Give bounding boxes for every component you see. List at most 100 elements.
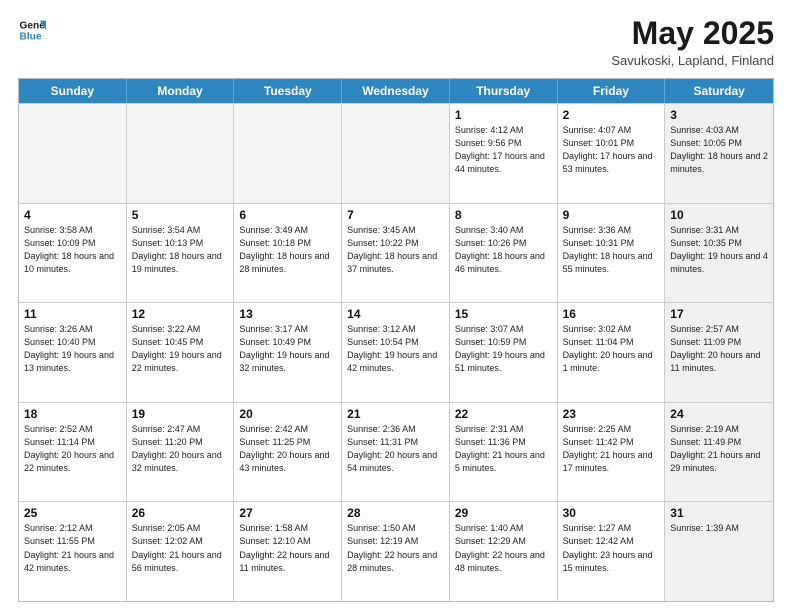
cal-cell-24: 24Sunrise: 2:19 AM Sunset: 11:49 PM Dayl… — [665, 403, 773, 502]
main-title: May 2025 — [611, 16, 774, 51]
cal-cell-4: 4 Sunrise: 3:58 AM Sunset: 10:09 PM Dayli… — [19, 204, 127, 303]
cal-cell-3: 3 Sunrise: 4:03 AM Sunset: 10:05 PM Dayli… — [665, 104, 773, 203]
header-cell-friday: Friday — [558, 79, 666, 103]
cal-cell-20: 20 Sunrise: 2:42 AM Sunset: 11:25 PM Dayl… — [234, 403, 342, 502]
day-number: 5 — [132, 208, 229, 222]
day-number: 11 — [24, 307, 121, 321]
cal-cell-14: 14 Sunrise: 3:12 AM Sunset: 10:54 PM Dayl… — [342, 303, 450, 402]
svg-text:Blue: Blue — [20, 31, 42, 42]
logo: General Blue — [18, 16, 46, 44]
day-info: Sunrise: 4:03 AM Sunset: 10:05 PM Daylig… — [670, 124, 768, 176]
day-number: 12 — [132, 307, 229, 321]
day-number: 7 — [347, 208, 444, 222]
title-block: May 2025 Savukoski, Lapland, Finland — [611, 16, 774, 68]
page: General Blue May 2025 Savukoski, Lapland… — [0, 0, 792, 612]
cal-cell-9: 9 Sunrise: 3:36 AM Sunset: 10:31 PM Dayli… — [558, 204, 666, 303]
day-number: 4 — [24, 208, 121, 222]
day-info: Sunrise: 4:07 AM Sunset: 10:01 PM Daylig… — [563, 124, 660, 176]
cal-cell-empty-2 — [234, 104, 342, 203]
day-info: Sunrise: 3:07 AM Sunset: 10:59 PM Daylig… — [455, 323, 552, 375]
calendar-row-4: 25Sunrise: 2:12 AM Sunset: 11:55 PM Dayl… — [19, 501, 773, 601]
day-number: 9 — [563, 208, 660, 222]
cal-cell-22: 22Sunrise: 2:31 AM Sunset: 11:36 PM Dayl… — [450, 403, 558, 502]
cal-cell-17: 17Sunrise: 2:57 AM Sunset: 11:09 PM Dayl… — [665, 303, 773, 402]
day-info: Sunrise: 3:45 AM Sunset: 10:22 PM Daylig… — [347, 224, 444, 276]
cal-cell-18: 18 Sunrise: 2:52 AM Sunset: 11:14 PM Dayl… — [19, 403, 127, 502]
cal-cell-13: 13 Sunrise: 3:17 AM Sunset: 10:49 PM Dayl… — [234, 303, 342, 402]
day-number: 10 — [670, 208, 768, 222]
day-info: Sunrise: 2:52 AM Sunset: 11:14 PM Daylig… — [24, 423, 121, 475]
day-info: Sunrise: 3:49 AM Sunset: 10:18 PM Daylig… — [239, 224, 336, 276]
day-number: 3 — [670, 108, 768, 122]
day-info: Sunrise: 4:12 AM Sunset: 9:56 PM Dayligh… — [455, 124, 552, 176]
day-number: 21 — [347, 407, 444, 421]
day-number: 18 — [24, 407, 121, 421]
calendar-row-1: 4 Sunrise: 3:58 AM Sunset: 10:09 PM Dayli… — [19, 203, 773, 303]
calendar-row-3: 18 Sunrise: 2:52 AM Sunset: 11:14 PM Dayl… — [19, 402, 773, 502]
header-cell-thursday: Thursday — [450, 79, 558, 103]
day-info: Sunrise: 1:50 AM Sunset: 12:19 AM Daylig… — [347, 522, 444, 574]
cal-cell-27: 27 Sunrise: 1:58 AM Sunset: 12:10 AM Dayl… — [234, 502, 342, 601]
day-info: Sunrise: 2:57 AM Sunset: 11:09 PM Daylig… — [670, 323, 768, 375]
cal-cell-5: 5 Sunrise: 3:54 AM Sunset: 10:13 PM Dayli… — [127, 204, 235, 303]
cal-cell-21: 21 Sunrise: 2:36 AM Sunset: 11:31 PM Dayl… — [342, 403, 450, 502]
cal-cell-16: 16Sunrise: 3:02 AM Sunset: 11:04 PM Dayl… — [558, 303, 666, 402]
cal-cell-2: 2 Sunrise: 4:07 AM Sunset: 10:01 PM Dayli… — [558, 104, 666, 203]
header-cell-monday: Monday — [127, 79, 235, 103]
cal-cell-1: 1 Sunrise: 4:12 AM Sunset: 9:56 PM Daylig… — [450, 104, 558, 203]
day-info: Sunrise: 1:39 AM — [670, 522, 768, 535]
day-info: Sunrise: 3:36 AM Sunset: 10:31 PM Daylig… — [563, 224, 660, 276]
cal-cell-12: 12 Sunrise: 3:22 AM Sunset: 10:45 PM Dayl… — [127, 303, 235, 402]
calendar-row-0: 1 Sunrise: 4:12 AM Sunset: 9:56 PM Daylig… — [19, 103, 773, 203]
day-info: Sunrise: 2:42 AM Sunset: 11:25 PM Daylig… — [239, 423, 336, 475]
logo-icon: General Blue — [18, 16, 46, 44]
day-info: Sunrise: 3:54 AM Sunset: 10:13 PM Daylig… — [132, 224, 229, 276]
day-number: 29 — [455, 506, 552, 520]
cal-cell-29: 29Sunrise: 1:40 AM Sunset: 12:29 AM Dayl… — [450, 502, 558, 601]
day-number: 27 — [239, 506, 336, 520]
day-number: 2 — [563, 108, 660, 122]
cal-cell-11: 11Sunrise: 3:26 AM Sunset: 10:40 PM Dayl… — [19, 303, 127, 402]
cal-cell-empty-1 — [127, 104, 235, 203]
day-info: Sunrise: 3:58 AM Sunset: 10:09 PM Daylig… — [24, 224, 121, 276]
cal-cell-15: 15 Sunrise: 3:07 AM Sunset: 10:59 PM Dayl… — [450, 303, 558, 402]
cal-cell-28: 28 Sunrise: 1:50 AM Sunset: 12:19 AM Dayl… — [342, 502, 450, 601]
day-info: Sunrise: 3:17 AM Sunset: 10:49 PM Daylig… — [239, 323, 336, 375]
day-info: Sunrise: 2:47 AM Sunset: 11:20 PM Daylig… — [132, 423, 229, 475]
day-number: 30 — [563, 506, 660, 520]
day-number: 1 — [455, 108, 552, 122]
calendar: SundayMondayTuesdayWednesdayThursdayFrid… — [18, 78, 774, 602]
day-info: Sunrise: 2:36 AM Sunset: 11:31 PM Daylig… — [347, 423, 444, 475]
cal-cell-7: 7 Sunrise: 3:45 AM Sunset: 10:22 PM Dayli… — [342, 204, 450, 303]
calendar-header: SundayMondayTuesdayWednesdayThursdayFrid… — [19, 79, 773, 103]
cal-cell-8: 8Sunrise: 3:40 AM Sunset: 10:26 PM Dayli… — [450, 204, 558, 303]
day-number: 16 — [563, 307, 660, 321]
day-number: 31 — [670, 506, 768, 520]
cal-cell-26: 26Sunrise: 2:05 AM Sunset: 12:02 AM Dayl… — [127, 502, 235, 601]
cal-cell-23: 23Sunrise: 2:25 AM Sunset: 11:42 PM Dayl… — [558, 403, 666, 502]
day-number: 24 — [670, 407, 768, 421]
day-number: 28 — [347, 506, 444, 520]
calendar-row-2: 11Sunrise: 3:26 AM Sunset: 10:40 PM Dayl… — [19, 302, 773, 402]
day-info: Sunrise: 2:25 AM Sunset: 11:42 PM Daylig… — [563, 423, 660, 475]
day-info: Sunrise: 2:05 AM Sunset: 12:02 AM Daylig… — [132, 522, 229, 574]
cal-cell-empty-3 — [342, 104, 450, 203]
header: General Blue May 2025 Savukoski, Lapland… — [18, 16, 774, 68]
day-info: Sunrise: 3:40 AM Sunset: 10:26 PM Daylig… — [455, 224, 552, 276]
day-number: 14 — [347, 307, 444, 321]
cal-cell-30: 30Sunrise: 1:27 AM Sunset: 12:42 AM Dayl… — [558, 502, 666, 601]
day-number: 20 — [239, 407, 336, 421]
day-info: Sunrise: 3:12 AM Sunset: 10:54 PM Daylig… — [347, 323, 444, 375]
header-cell-sunday: Sunday — [19, 79, 127, 103]
day-info: Sunrise: 3:22 AM Sunset: 10:45 PM Daylig… — [132, 323, 229, 375]
day-number: 19 — [132, 407, 229, 421]
day-number: 13 — [239, 307, 336, 321]
header-cell-saturday: Saturday — [665, 79, 773, 103]
day-number: 15 — [455, 307, 552, 321]
cal-cell-25: 25Sunrise: 2:12 AM Sunset: 11:55 PM Dayl… — [19, 502, 127, 601]
day-info: Sunrise: 1:58 AM Sunset: 12:10 AM Daylig… — [239, 522, 336, 574]
header-cell-tuesday: Tuesday — [234, 79, 342, 103]
day-number: 22 — [455, 407, 552, 421]
cal-cell-10: 10Sunrise: 3:31 AM Sunset: 10:35 PM Dayl… — [665, 204, 773, 303]
calendar-body: 1 Sunrise: 4:12 AM Sunset: 9:56 PM Daylig… — [19, 103, 773, 601]
